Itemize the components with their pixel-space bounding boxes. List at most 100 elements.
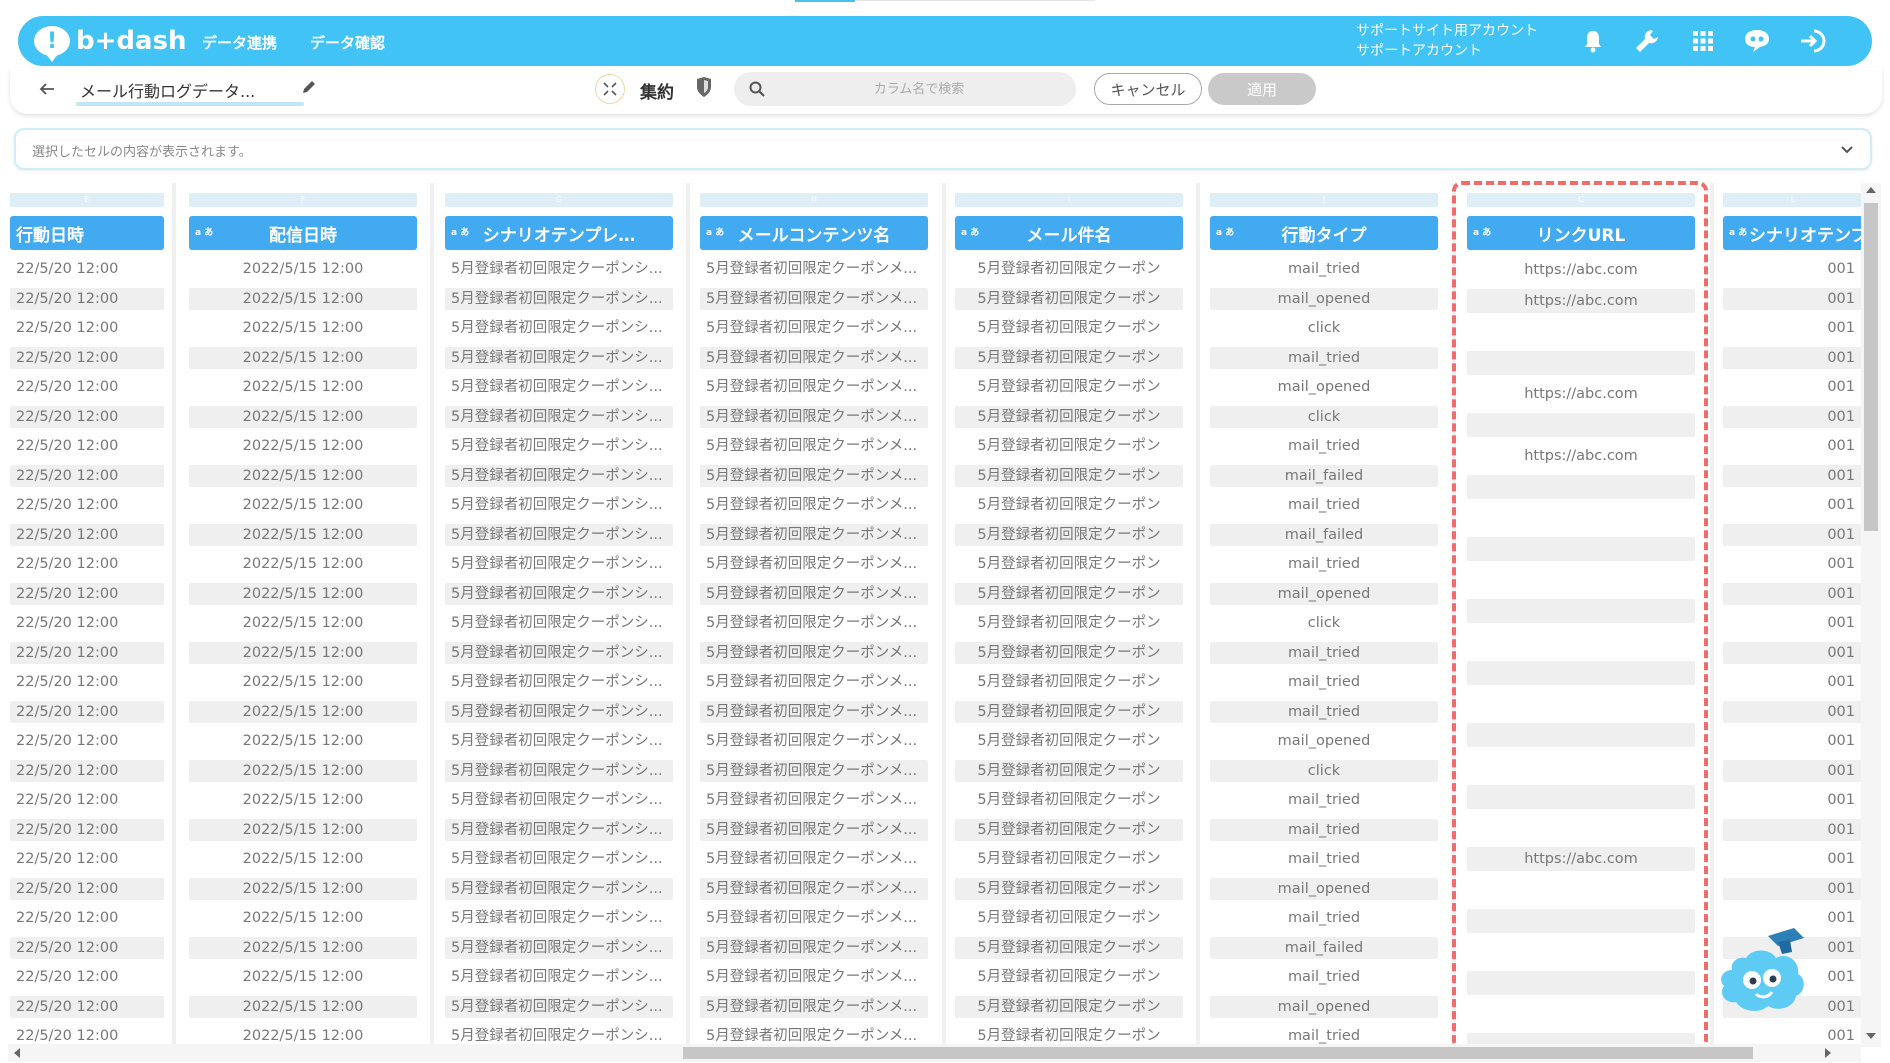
table-cell[interactable]: 5月登録者初回限定クーポン [955,759,1183,782]
table-cell[interactable]: 5月登録者初回限定クーポンメ... [700,700,928,723]
table-cell[interactable]: 001 [1723,671,1863,693]
table-cell[interactable]: mail_tried [1210,258,1438,280]
table-cell[interactable]: 22/5/20 12:00 [10,700,164,723]
table-cell[interactable]: 5月登録者初回限定クーポンシ... [445,376,673,398]
table-cell[interactable]: 001 [1723,494,1863,516]
table-cell[interactable]: 22/5/20 12:00 [10,376,164,398]
column-letter[interactable]: F [189,193,417,207]
column-letter[interactable]: C [1467,193,1695,207]
link-url-cell[interactable] [1467,320,1695,344]
table-cell[interactable]: 5月登録者初回限定クーポンシ... [445,405,673,428]
table-cell[interactable]: 2022/5/15 12:00 [189,523,417,546]
link-url-cell[interactable] [1467,785,1695,809]
table-cell[interactable]: 5月登録者初回限定クーポン [955,936,1183,959]
table-cell[interactable]: 2022/5/15 12:00 [189,877,417,900]
table-cell[interactable]: 22/5/20 12:00 [10,612,164,634]
table-cell[interactable]: mail_failed [1210,936,1438,959]
table-cell[interactable]: 22/5/20 12:00 [10,523,164,546]
table-cell[interactable]: mail_tried [1210,907,1438,929]
table-cell[interactable]: 5月登録者初回限定クーポン [955,523,1183,546]
table-cell[interactable]: 2022/5/15 12:00 [189,612,417,634]
link-url-cell[interactable] [1467,971,1695,995]
table-cell[interactable]: mail_tried [1210,966,1438,988]
table-cell[interactable]: 22/5/20 12:00 [10,405,164,428]
table-cell[interactable]: 5月登録者初回限定クーポン [955,641,1183,664]
table-cell[interactable]: 22/5/20 12:00 [10,907,164,929]
table-cell[interactable]: mail_opened [1210,877,1438,900]
table-cell[interactable]: 5月登録者初回限定クーポン [955,700,1183,723]
column-header[interactable]: 行動日時 [10,216,164,250]
table-cell[interactable]: 5月登録者初回限定クーポン [955,376,1183,398]
table-cell[interactable]: 22/5/20 12:00 [10,435,164,457]
table-cell[interactable]: 2022/5/15 12:00 [189,907,417,929]
column-divider[interactable] [1452,183,1456,1047]
table-cell[interactable]: 5月登録者初回限定クーポンシ... [445,818,673,841]
column-header[interactable]: a あ メールコンテンツ名 [700,216,928,250]
table-cell[interactable]: 001 [1723,435,1863,457]
table-cell[interactable]: 2022/5/15 12:00 [189,464,417,487]
link-url-cell[interactable] [1467,940,1695,964]
table-cell[interactable]: 001 [1723,553,1863,575]
column-divider[interactable] [942,183,946,1047]
link-url-cell[interactable] [1467,568,1695,592]
column-divider[interactable] [1196,183,1200,1047]
cell-content-viewer[interactable]: 選択したセルの内容が表示されます。 [14,128,1872,170]
table-cell[interactable]: 001 [1723,405,1863,428]
table-cell[interactable]: 5月登録者初回限定クーポンメ... [700,671,928,693]
table-cell[interactable]: 001 [1723,612,1863,634]
table-cell[interactable]: mail_tried [1210,700,1438,723]
table-cell[interactable]: 2022/5/15 12:00 [189,317,417,339]
link-url-cell[interactable] [1467,723,1695,747]
table-cell[interactable]: 2022/5/15 12:00 [189,700,417,723]
link-url-cell[interactable] [1467,630,1695,654]
table-cell[interactable]: 5月登録者初回限定クーポンシ... [445,966,673,988]
table-cell[interactable]: 22/5/20 12:00 [10,258,164,280]
table-cell[interactable]: mail_failed [1210,523,1438,546]
link-url-cell[interactable]: https://abc.com [1467,258,1695,282]
nav-data-integration[interactable]: データ連携 [202,32,277,53]
link-url-cell[interactable] [1467,878,1695,902]
link-url-cell[interactable] [1467,506,1695,530]
table-cell[interactable]: 5月登録者初回限定クーポンメ... [700,582,928,605]
table-cell[interactable]: 5月登録者初回限定クーポン [955,435,1183,457]
table-cell[interactable]: mail_failed [1210,464,1438,487]
table-cell[interactable]: 5月登録者初回限定クーポン [955,877,1183,900]
aggregate-label[interactable]: 集約 [640,78,674,103]
table-cell[interactable]: 5月登録者初回限定クーポン [955,848,1183,870]
table-cell[interactable]: 5月登録者初回限定クーポンシ... [445,730,673,752]
table-cell[interactable]: 5月登録者初回限定クーポンシ... [445,877,673,900]
table-cell[interactable]: 2022/5/15 12:00 [189,287,417,310]
table-cell[interactable]: 5月登録者初回限定クーポンメ... [700,612,928,634]
column-letter[interactable]: H [700,193,928,207]
table-cell[interactable]: mail_tried [1210,789,1438,811]
table-cell[interactable]: 001 [1723,818,1863,841]
table-cell[interactable]: 5月登録者初回限定クーポンメ... [700,258,928,280]
table-cell[interactable]: 22/5/20 12:00 [10,494,164,516]
column-letter[interactable]: G [445,193,673,207]
table-cell[interactable]: 5月登録者初回限定クーポンメ... [700,464,928,487]
table-cell[interactable]: 5月登録者初回限定クーポンシ... [445,936,673,959]
table-cell[interactable]: 5月登録者初回限定クーポンメ... [700,995,928,1018]
table-cell[interactable]: mail_tried [1210,346,1438,369]
table-cell[interactable]: 5月登録者初回限定クーポンメ... [700,966,928,988]
table-cell[interactable]: 5月登録者初回限定クーポンメ... [700,287,928,310]
table-cell[interactable]: 22/5/20 12:00 [10,789,164,811]
table-cell[interactable]: mail_tried [1210,671,1438,693]
table-cell[interactable]: 5月登録者初回限定クーポン [955,995,1183,1018]
logo[interactable]: ! b+dash [34,24,187,62]
column-divider[interactable] [686,183,690,1047]
link-url-cell[interactable] [1467,1002,1695,1026]
table-cell[interactable]: 5月登録者初回限定クーポン [955,730,1183,752]
column-search[interactable] [734,72,1076,106]
table-cell[interactable]: 2022/5/15 12:00 [189,789,417,811]
table-cell[interactable]: 5月登録者初回限定クーポンメ... [700,641,928,664]
table-cell[interactable]: 001 [1723,376,1863,398]
table-cell[interactable]: 5月登録者初回限定クーポンメ... [700,317,928,339]
table-cell[interactable]: 5月登録者初回限定クーポンシ... [445,907,673,929]
table-cell[interactable]: click [1210,612,1438,634]
table-cell[interactable]: 22/5/20 12:00 [10,641,164,664]
table-cell[interactable]: 5月登録者初回限定クーポンシ... [445,582,673,605]
table-cell[interactable]: 22/5/20 12:00 [10,936,164,959]
column-header[interactable]: a あ リンクURL [1467,216,1695,250]
table-cell[interactable]: 2022/5/15 12:00 [189,346,417,369]
